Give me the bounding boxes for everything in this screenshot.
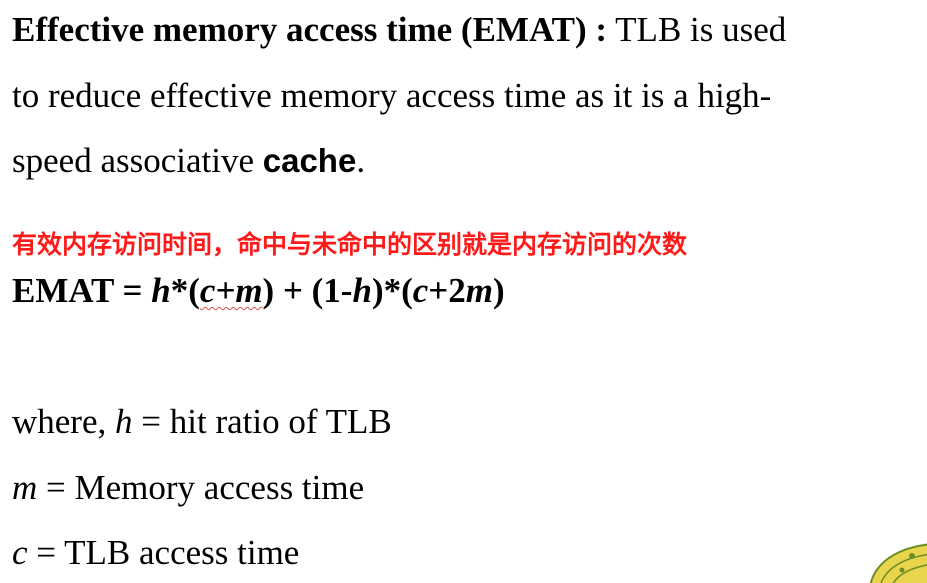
formula-op1: *( bbox=[170, 271, 200, 310]
formula-h2: h bbox=[352, 271, 372, 310]
intro-line-3-end: . bbox=[356, 141, 366, 180]
cache-word: cache bbox=[262, 142, 357, 179]
formula-c2: c bbox=[412, 271, 429, 310]
formula-c-plus-m: c+m bbox=[199, 271, 263, 310]
intro-line-1-rest: TLB is used bbox=[607, 10, 787, 49]
chinese-note: 有效内存访问时间，命中与未命中的区别就是内存访问的次数 bbox=[12, 230, 688, 259]
emat-formula: EMAT = h*(c+m) + (1-h)*(c+2m) bbox=[12, 273, 505, 308]
def-c-var: c bbox=[12, 533, 28, 572]
def-h-var: h bbox=[115, 402, 133, 441]
definition-h: where, h = hit ratio of TLB bbox=[12, 404, 392, 439]
intro-line-2: to reduce effective memory access time a… bbox=[12, 76, 772, 115]
decorative-clipart-corner bbox=[869, 543, 927, 583]
where-prefix: where, bbox=[12, 402, 116, 441]
def-m-var: m bbox=[12, 468, 38, 507]
formula-mid: ) + (1- bbox=[262, 271, 353, 310]
definition-c: c = TLB access time bbox=[12, 535, 299, 570]
emat-heading: Effective memory access time (EMAT) : bbox=[12, 10, 608, 49]
formula-plus2: +2 bbox=[428, 271, 466, 310]
def-m-text: = Memory access time bbox=[37, 468, 365, 507]
def-h-text: = hit ratio of TLB bbox=[132, 402, 392, 441]
formula-lhs: EMAT = bbox=[12, 271, 152, 310]
intro-line-3-start: speed associative bbox=[12, 141, 263, 180]
def-c-text: = TLB access time bbox=[27, 533, 300, 572]
formula-m2: m bbox=[465, 271, 493, 310]
formula-end: ) bbox=[492, 271, 505, 310]
intro-line-3: speed associative cache. bbox=[12, 143, 365, 178]
formula-h1: h bbox=[151, 271, 171, 310]
definition-m: m = Memory access time bbox=[12, 470, 364, 505]
formula-op2: )*( bbox=[371, 271, 413, 310]
intro-line-1: Effective memory access time (EMAT) : TL… bbox=[12, 12, 786, 47]
